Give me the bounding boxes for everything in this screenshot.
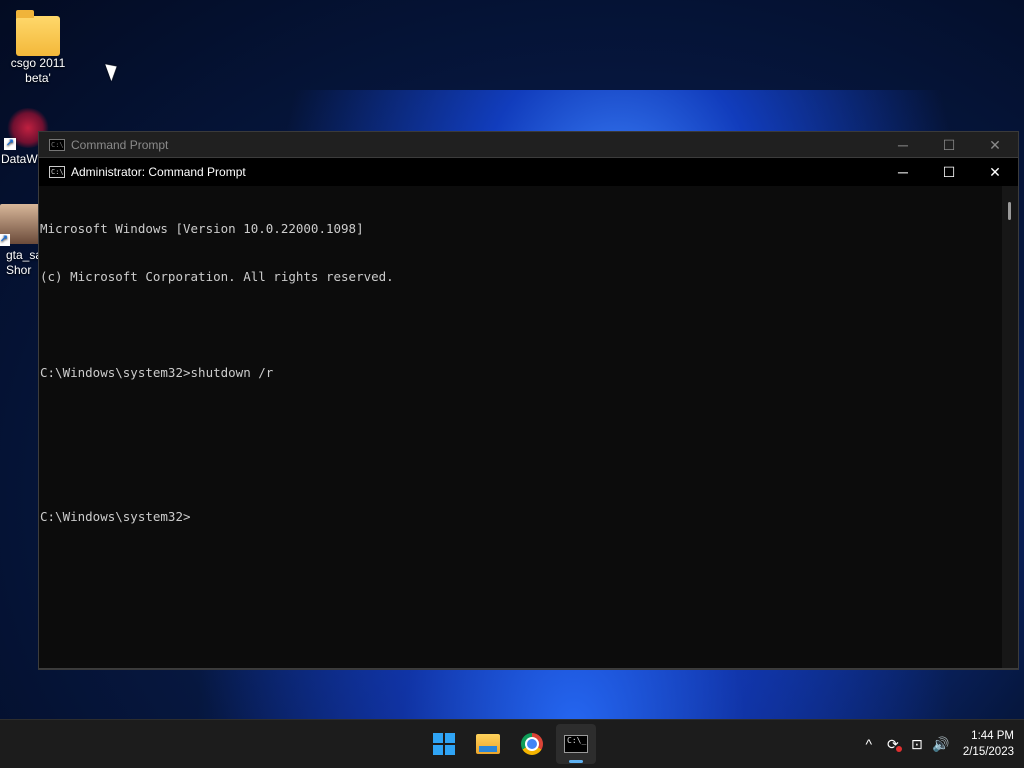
- console-line: Microsoft Windows [Version 10.0.22000.10…: [40, 221, 364, 236]
- background-window-title: Command Prompt: [71, 138, 169, 152]
- vertical-scrollbar[interactable]: [1002, 186, 1018, 668]
- taskbar: C:\_ ^ ⟳ ⊡ 🔊 1:44 PM 2/15/2023: [0, 719, 1024, 768]
- console-line: (c) Microsoft Corporation. All rights re…: [40, 269, 394, 284]
- command-prompt-icon: C:\_: [564, 735, 588, 753]
- windows-start-icon: [433, 733, 455, 755]
- window-titlebar[interactable]: C:\ Administrator: Command Prompt ─ ☐ ✕: [39, 158, 1018, 186]
- close-button[interactable]: ✕: [972, 132, 1018, 158]
- file-explorer-icon: [476, 734, 500, 754]
- show-hidden-icons-chevron-icon[interactable]: ^: [857, 736, 881, 752]
- clock-time: 1:44 PM: [971, 730, 1014, 742]
- network-icon[interactable]: ⊡: [905, 736, 929, 753]
- admin-command-prompt-window[interactable]: C:\ Administrator: Command Prompt ─ ☐ ✕ …: [38, 157, 1019, 669]
- scrollbar-thumb[interactable]: [1008, 202, 1011, 220]
- desktop-icon-label: csgo 2011 beta': [10, 56, 66, 85]
- taskbar-apps: C:\_: [424, 724, 596, 764]
- window-title: Administrator: Command Prompt: [71, 165, 246, 179]
- console-output[interactable]: Microsoft Windows [Version 10.0.22000.10…: [39, 186, 1002, 668]
- system-tray: ^ ⟳ ⊡ 🔊 1:44 PM 2/15/2023: [857, 720, 1014, 768]
- maximize-button[interactable]: ☐: [926, 132, 972, 158]
- minimize-button[interactable]: ─: [880, 158, 926, 186]
- shortcut-arrow-icon: ↗: [4, 138, 16, 150]
- background-window-titlebar[interactable]: C:\ Command Prompt ─ ☐ ✕: [39, 132, 1018, 158]
- taskbar-chrome[interactable]: [512, 724, 552, 764]
- desktop-icon-csgo-folder[interactable]: csgo 2011 beta': [0, 10, 76, 86]
- minimize-button[interactable]: ─: [880, 132, 926, 158]
- console-line: C:\Windows\system32>shutdown /r: [40, 365, 274, 380]
- close-button[interactable]: ✕: [972, 158, 1018, 186]
- console-prompt-line[interactable]: C:\Windows\system32>: [40, 509, 1002, 525]
- folder-icon: [16, 10, 60, 56]
- command-prompt-icon: C:\: [49, 139, 65, 151]
- taskbar-command-prompt[interactable]: C:\_: [556, 724, 596, 764]
- taskbar-file-explorer[interactable]: [468, 724, 508, 764]
- mouse-cursor-icon: [105, 60, 121, 82]
- alert-dot-icon: [895, 745, 902, 752]
- start-button[interactable]: [424, 724, 464, 764]
- volume-icon[interactable]: 🔊: [929, 736, 953, 753]
- maximize-button[interactable]: ☐: [926, 158, 972, 186]
- shortcut-arrow-icon: ↗: [0, 234, 10, 246]
- update-notification-icon[interactable]: ⟳: [881, 736, 905, 753]
- chrome-icon: [521, 733, 543, 755]
- clock[interactable]: 1:44 PM 2/15/2023: [963, 728, 1014, 760]
- clock-date: 2/15/2023: [962, 746, 1014, 758]
- command-prompt-icon: C:\: [49, 166, 65, 178]
